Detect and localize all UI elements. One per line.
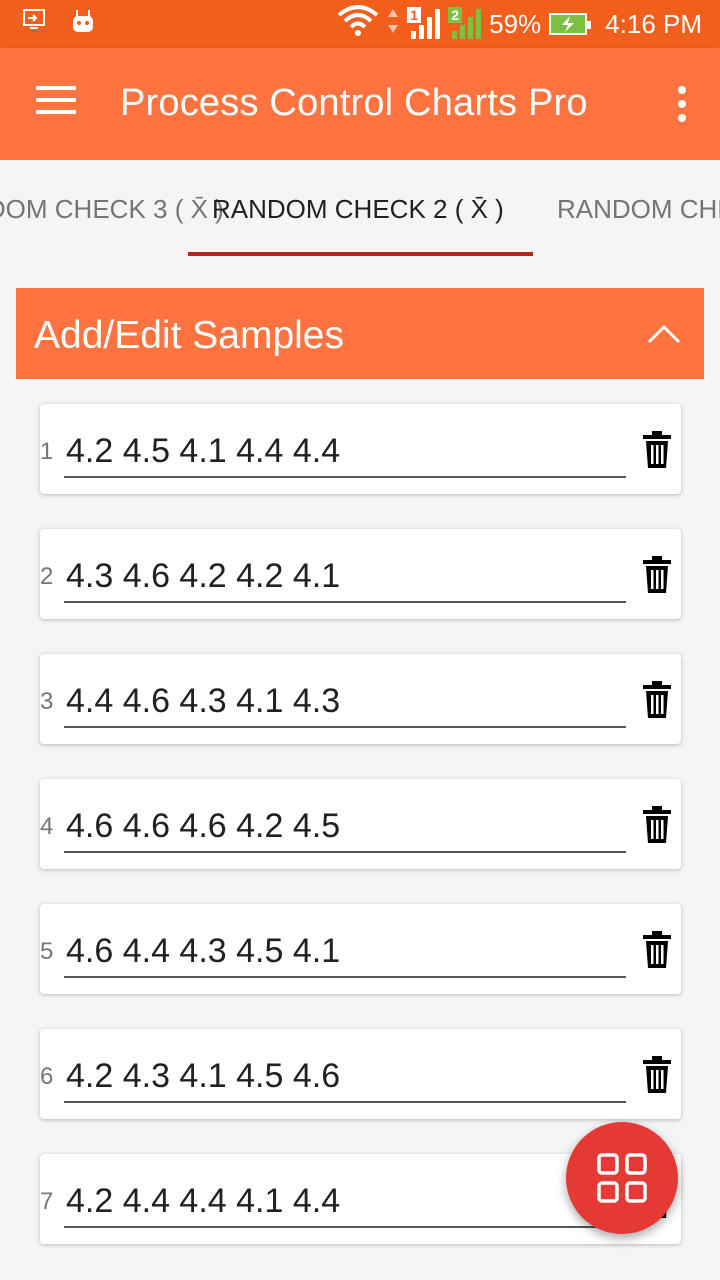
tab-random-check-1[interactable]: RANDOM CHECK 1 ( X̄ ) xyxy=(557,194,720,225)
sample-card: 5 xyxy=(40,904,681,994)
wifi-icon xyxy=(337,4,379,44)
sample-input[interactable] xyxy=(64,801,626,853)
sim2-label: 2 xyxy=(448,7,463,23)
battery-percent: 59% xyxy=(489,8,542,39)
add-edit-samples-header[interactable]: Add/Edit Samples xyxy=(16,288,704,379)
sim1-label: 1 xyxy=(407,7,422,23)
sim2-signal-icon: 2 xyxy=(448,7,482,39)
menu-icon[interactable] xyxy=(36,86,76,118)
sample-card: 3 xyxy=(40,654,681,744)
grid-icon xyxy=(597,1153,647,1203)
delete-icon[interactable] xyxy=(639,1055,675,1095)
cast-icon xyxy=(22,8,48,39)
sample-input[interactable] xyxy=(64,1051,626,1103)
sample-index: 2 xyxy=(40,563,54,590)
battery-charging-icon xyxy=(549,13,592,35)
sample-index: 4 xyxy=(40,813,54,840)
sample-input[interactable] xyxy=(64,426,626,478)
sample-index: 5 xyxy=(40,938,54,965)
sample-index: 3 xyxy=(40,688,54,715)
sample-card: 2 xyxy=(40,529,681,619)
sample-card: 1 xyxy=(40,404,681,494)
chevron-up-icon[interactable] xyxy=(646,318,682,348)
status-bar: 1 2 59% 4:16 PM xyxy=(0,0,720,48)
tab-indicator xyxy=(188,252,533,256)
android-icon xyxy=(70,8,96,39)
tab-random-check-3[interactable]: RANDOM CHECK 3 ( X̄ ) xyxy=(0,194,224,225)
tab-random-check-2[interactable]: RANDOM CHECK 2 ( X̄ ) xyxy=(212,194,504,225)
delete-icon[interactable] xyxy=(639,555,675,595)
sample-input[interactable] xyxy=(64,676,626,728)
overflow-menu-icon[interactable] xyxy=(676,86,688,122)
app-bar: Process Control Charts Pro xyxy=(0,48,720,160)
sample-input[interactable] xyxy=(64,1176,626,1228)
sample-index: 6 xyxy=(40,1063,54,1090)
sample-index: 1 xyxy=(40,438,54,465)
grid-menu-fab[interactable] xyxy=(566,1122,678,1234)
sample-card: 4 xyxy=(40,779,681,869)
sample-index: 7 xyxy=(40,1188,54,1215)
delete-icon[interactable] xyxy=(639,805,675,845)
delete-icon[interactable] xyxy=(639,430,675,470)
delete-icon[interactable] xyxy=(639,680,675,720)
sample-input[interactable] xyxy=(64,926,626,978)
tab-bar: RANDOM CHECK 3 ( X̄ ) RANDOM CHECK 2 ( X… xyxy=(0,160,720,256)
clock: 4:16 PM xyxy=(605,8,702,39)
section-title: Add/Edit Samples xyxy=(34,314,345,357)
sample-input[interactable] xyxy=(64,551,626,603)
delete-icon[interactable] xyxy=(639,930,675,970)
data-arrows-icon xyxy=(387,7,399,42)
app-title: Process Control Charts Pro xyxy=(120,82,588,124)
sample-card: 6 xyxy=(40,1029,681,1119)
sim1-signal-icon: 1 xyxy=(407,7,441,39)
